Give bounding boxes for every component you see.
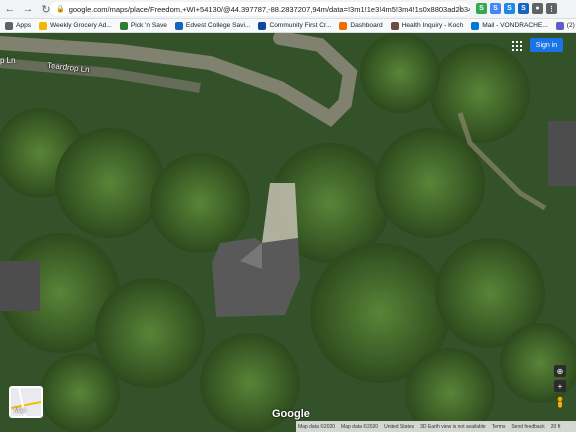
footer-item: Map data ©2020 xyxy=(341,423,379,430)
bookmark-label: (2) General (Day Str... xyxy=(566,22,576,29)
footer-item[interactable]: Send feedback xyxy=(511,424,544,430)
bookmark-favicon-icon xyxy=(119,21,128,30)
bookmark-item[interactable]: Edvest College Savi... xyxy=(174,21,251,30)
bookmark-label: Mail - VONDRACHE... xyxy=(482,22,548,29)
browser-toolbar: ← → ↻ 🔒 google.com/maps/place/Freedom,+W… xyxy=(0,0,576,19)
url-text: google.com/maps/place/Freedom,+WI+54130/… xyxy=(68,4,470,14)
map-layer-toggle[interactable]: Map xyxy=(9,386,43,418)
compass-button[interactable]: ⊕ xyxy=(554,365,566,377)
bookmark-label: Edvest College Savi... xyxy=(185,22,251,29)
bookmark-favicon-icon xyxy=(555,21,564,30)
bookmark-item[interactable]: Apps xyxy=(5,21,32,30)
google-apps-icon[interactable] xyxy=(512,41,522,51)
pegman-icon[interactable] xyxy=(555,396,565,410)
google-logo: Google xyxy=(272,408,310,420)
bookmark-label: Health Inquiry - Koch xyxy=(401,22,464,29)
street-label-partial: p Ln xyxy=(0,56,16,65)
address-bar[interactable]: 🔒 google.com/maps/place/Freedom,+WI+5413… xyxy=(50,2,470,16)
bookmark-item[interactable]: Pick 'n Save xyxy=(119,21,167,30)
zoom-in-button[interactable]: + xyxy=(554,380,566,392)
bookmark-item[interactable]: Health Inquiry - Koch xyxy=(390,21,464,30)
bookmark-item[interactable]: Mail - VONDRACHE... xyxy=(471,21,548,30)
bookmark-label: Weekly Grocery Ad... xyxy=(50,22,112,29)
extension-icon[interactable]: S xyxy=(490,3,501,14)
bookmark-star-icon[interactable]: ☆ xyxy=(456,3,464,14)
footer-item: 20 ft xyxy=(550,423,561,430)
bookmark-favicon-icon xyxy=(174,21,183,30)
bookmark-favicon-icon xyxy=(471,21,480,30)
bookmarks-bar: Apps Weekly Grocery Ad... Pick 'n Save Edve… xyxy=(0,19,576,33)
bookmark-label: Community First Cr... xyxy=(269,22,332,29)
sign-in-button[interactable]: Sign in xyxy=(530,38,563,52)
footer-item: 3D Earth view is not available xyxy=(420,423,486,430)
extensions-row: S S S S ● ⋮ xyxy=(476,3,557,14)
bookmark-favicon-icon xyxy=(39,21,48,30)
map-footer: Map data ©2020 Map data ©2020 United State… xyxy=(296,421,576,432)
footer-item: Map data ©2020 xyxy=(298,423,336,430)
back-button[interactable]: ← xyxy=(2,1,18,17)
footer-item: United States xyxy=(384,423,415,430)
satellite-imagery xyxy=(0,33,576,432)
map-thumb-label: Map xyxy=(14,408,26,414)
bookmark-label: Apps xyxy=(16,22,32,29)
extension-icon[interactable]: S xyxy=(476,3,487,14)
bookmark-favicon-icon xyxy=(258,21,267,30)
bookmark-item[interactable]: Community First Cr... xyxy=(258,21,332,30)
extension-icon[interactable]: S xyxy=(518,3,529,14)
extension-icon[interactable]: ⋮ xyxy=(546,3,557,14)
bookmark-favicon-icon xyxy=(390,21,399,30)
bookmark-favicon-icon xyxy=(5,21,13,30)
satellite-map[interactable]: p Ln Teardrop Ln xyxy=(0,33,576,432)
forward-button[interactable]: → xyxy=(20,1,36,17)
bookmark-item[interactable]: Dashboard xyxy=(339,21,383,30)
extension-icon[interactable]: S xyxy=(504,3,515,14)
footer-item[interactable]: Terms xyxy=(492,424,506,430)
bookmark-favicon-icon xyxy=(339,21,348,30)
bookmark-item[interactable]: (2) General (Day Str... xyxy=(555,21,576,30)
extension-icon[interactable]: ● xyxy=(532,3,543,14)
bookmark-label: Dashboard xyxy=(350,22,383,29)
lock-icon: 🔒 xyxy=(56,6,65,13)
bookmark-label: Pick 'n Save xyxy=(130,22,167,29)
bookmark-item[interactable]: Weekly Grocery Ad... xyxy=(39,21,112,30)
